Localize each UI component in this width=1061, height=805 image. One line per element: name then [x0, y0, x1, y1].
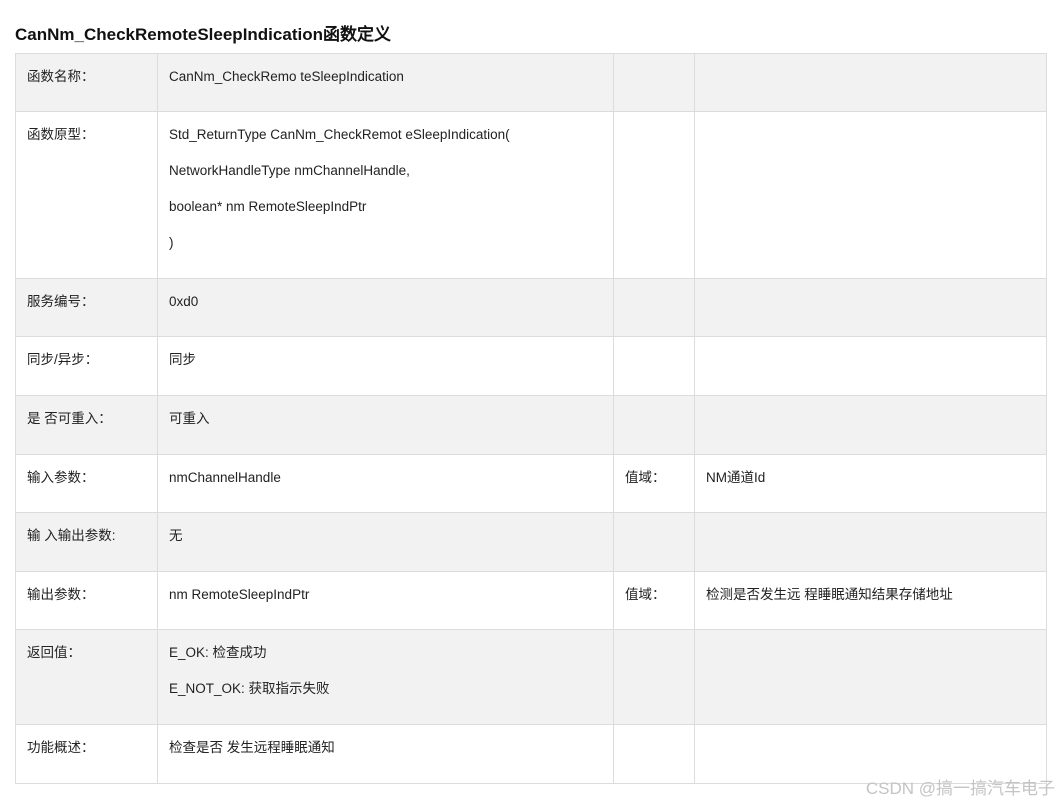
range-label: 值域： [625, 587, 666, 602]
row-value-line: 检查是否 发生远程睡眠通知 [169, 740, 335, 755]
table-row: 返回值： E_OK: 检查成功 E_NOT_OK: 获取指示失败 [15, 629, 1047, 725]
row-range-label-cell [613, 395, 695, 455]
row-value-line: CanNm_CheckRemo teSleepIndication [169, 69, 404, 84]
row-label-cell: 同步/异步： [15, 336, 158, 396]
row-value-cell: 可重入 [157, 395, 614, 455]
row-range-value-cell [694, 111, 1047, 279]
row-label: 输 入输出参数: [27, 528, 116, 543]
row-value-cell: 检查是否 发生远程睡眠通知 [157, 724, 614, 784]
row-label-cell: 输 入输出参数: [15, 512, 158, 572]
row-range-value-cell: NM通道Id [694, 454, 1047, 513]
row-value-line: 可重入 [169, 411, 210, 426]
row-label-cell: 功能概述： [15, 724, 158, 784]
row-range-label-cell [613, 724, 695, 784]
row-value-cell: 无 [157, 512, 614, 572]
row-range-value-cell [694, 629, 1047, 725]
page-title: CanNm_CheckRemoteSleepIndication函数定义 [15, 25, 391, 44]
row-label-cell: 服务编号： [15, 278, 158, 337]
table-row: 函数原型： Std_ReturnType CanNm_CheckRemot eSl… [15, 111, 1047, 279]
row-value-line: E_OK: 检查成功 [169, 645, 267, 660]
table-row: 函数名称： CanNm_CheckRemo teSleepIndication [15, 53, 1047, 112]
row-label: 服务编号： [27, 294, 95, 309]
row-range-label-cell [613, 53, 695, 112]
row-range-label-cell [613, 512, 695, 572]
row-label: 输入参数： [27, 470, 95, 485]
table-row: 是 否可重入： 可重入 [15, 395, 1047, 455]
table-row: 同步/异步： 同步 [15, 336, 1047, 396]
row-value-cell: 0xd0 [157, 278, 614, 337]
row-value-cell: E_OK: 检查成功 E_NOT_OK: 获取指示失败 [157, 629, 614, 725]
table-row: 输出参数： nm RemoteSleepIndPtr 值域： 检测是否发生远 程睡眠通… [15, 571, 1047, 630]
row-value-cell: 同步 [157, 336, 614, 396]
range-value: NM通道Id [706, 470, 766, 485]
row-range-label-cell [613, 336, 695, 396]
row-range-value-cell: 检测是否发生远 程睡眠通知结果存储地址 [694, 571, 1047, 630]
row-value-line: ) [169, 235, 174, 250]
row-label: 输出参数： [27, 587, 95, 602]
row-label: 函数原型： [27, 127, 95, 142]
row-value-cell: CanNm_CheckRemo teSleepIndication [157, 53, 614, 112]
table-row: 输入参数： nmChannelHandle 值域： NM通道Id [15, 454, 1047, 513]
row-label: 同步/异步： [27, 352, 99, 367]
row-label-cell: 输出参数： [15, 571, 158, 630]
table-body: 函数名称： CanNm_CheckRemo teSleepIndication 函数… [15, 53, 1047, 784]
row-value-line: nmChannelHandle [169, 470, 281, 485]
row-value-line: NetworkHandleType nmChannelHandle, [169, 163, 410, 178]
row-range-label-cell [613, 278, 695, 337]
function-definition-table: 函数名称： CanNm_CheckRemo teSleepIndication 函数… [15, 53, 1047, 784]
range-label: 值域： [625, 470, 666, 485]
row-range-value-cell [694, 395, 1047, 455]
row-range-label-cell: 值域： [613, 454, 695, 513]
row-value-line: 无 [169, 528, 183, 543]
row-range-label-cell [613, 111, 695, 279]
row-range-value-cell [694, 512, 1047, 572]
row-value-line: nm RemoteSleepIndPtr [169, 587, 310, 602]
row-label-cell: 函数名称： [15, 53, 158, 112]
row-label-cell: 输入参数： [15, 454, 158, 513]
row-value-cell: Std_ReturnType CanNm_CheckRemot eSleepIn… [157, 111, 614, 279]
table-row: 服务编号： 0xd0 [15, 278, 1047, 337]
watermark: CSDN @搞一搞汽车电子 [865, 779, 1055, 798]
row-range-value-cell [694, 53, 1047, 112]
row-value-cell: nm RemoteSleepIndPtr [157, 571, 614, 630]
row-value-line: 同步 [169, 352, 196, 367]
row-range-label-cell [613, 629, 695, 725]
row-value-line: Std_ReturnType CanNm_CheckRemot eSleepIn… [169, 127, 510, 142]
row-label: 返回值： [27, 645, 81, 660]
row-label: 是 否可重入： [27, 411, 112, 426]
row-value-cell: nmChannelHandle [157, 454, 614, 513]
row-label-cell: 是 否可重入： [15, 395, 158, 455]
table-row: 输 入输出参数: 无 [15, 512, 1047, 572]
row-value-line: 0xd0 [169, 294, 199, 309]
row-label-cell: 函数原型： [15, 111, 158, 279]
row-range-label-cell: 值域： [613, 571, 695, 630]
row-value-line: boolean* nm RemoteSleepIndPtr [169, 199, 367, 214]
range-value: 检测是否发生远 程睡眠通知结果存储地址 [706, 587, 953, 602]
row-label-cell: 返回值： [15, 629, 158, 725]
row-value-line: E_NOT_OK: 获取指示失败 [169, 681, 330, 696]
row-range-value-cell [694, 336, 1047, 396]
row-label: 函数名称： [27, 69, 95, 84]
document-page: CanNm_CheckRemoteSleepIndication函数定义 函数名… [0, 0, 1061, 805]
row-label: 功能概述： [27, 740, 95, 755]
row-range-value-cell [694, 278, 1047, 337]
